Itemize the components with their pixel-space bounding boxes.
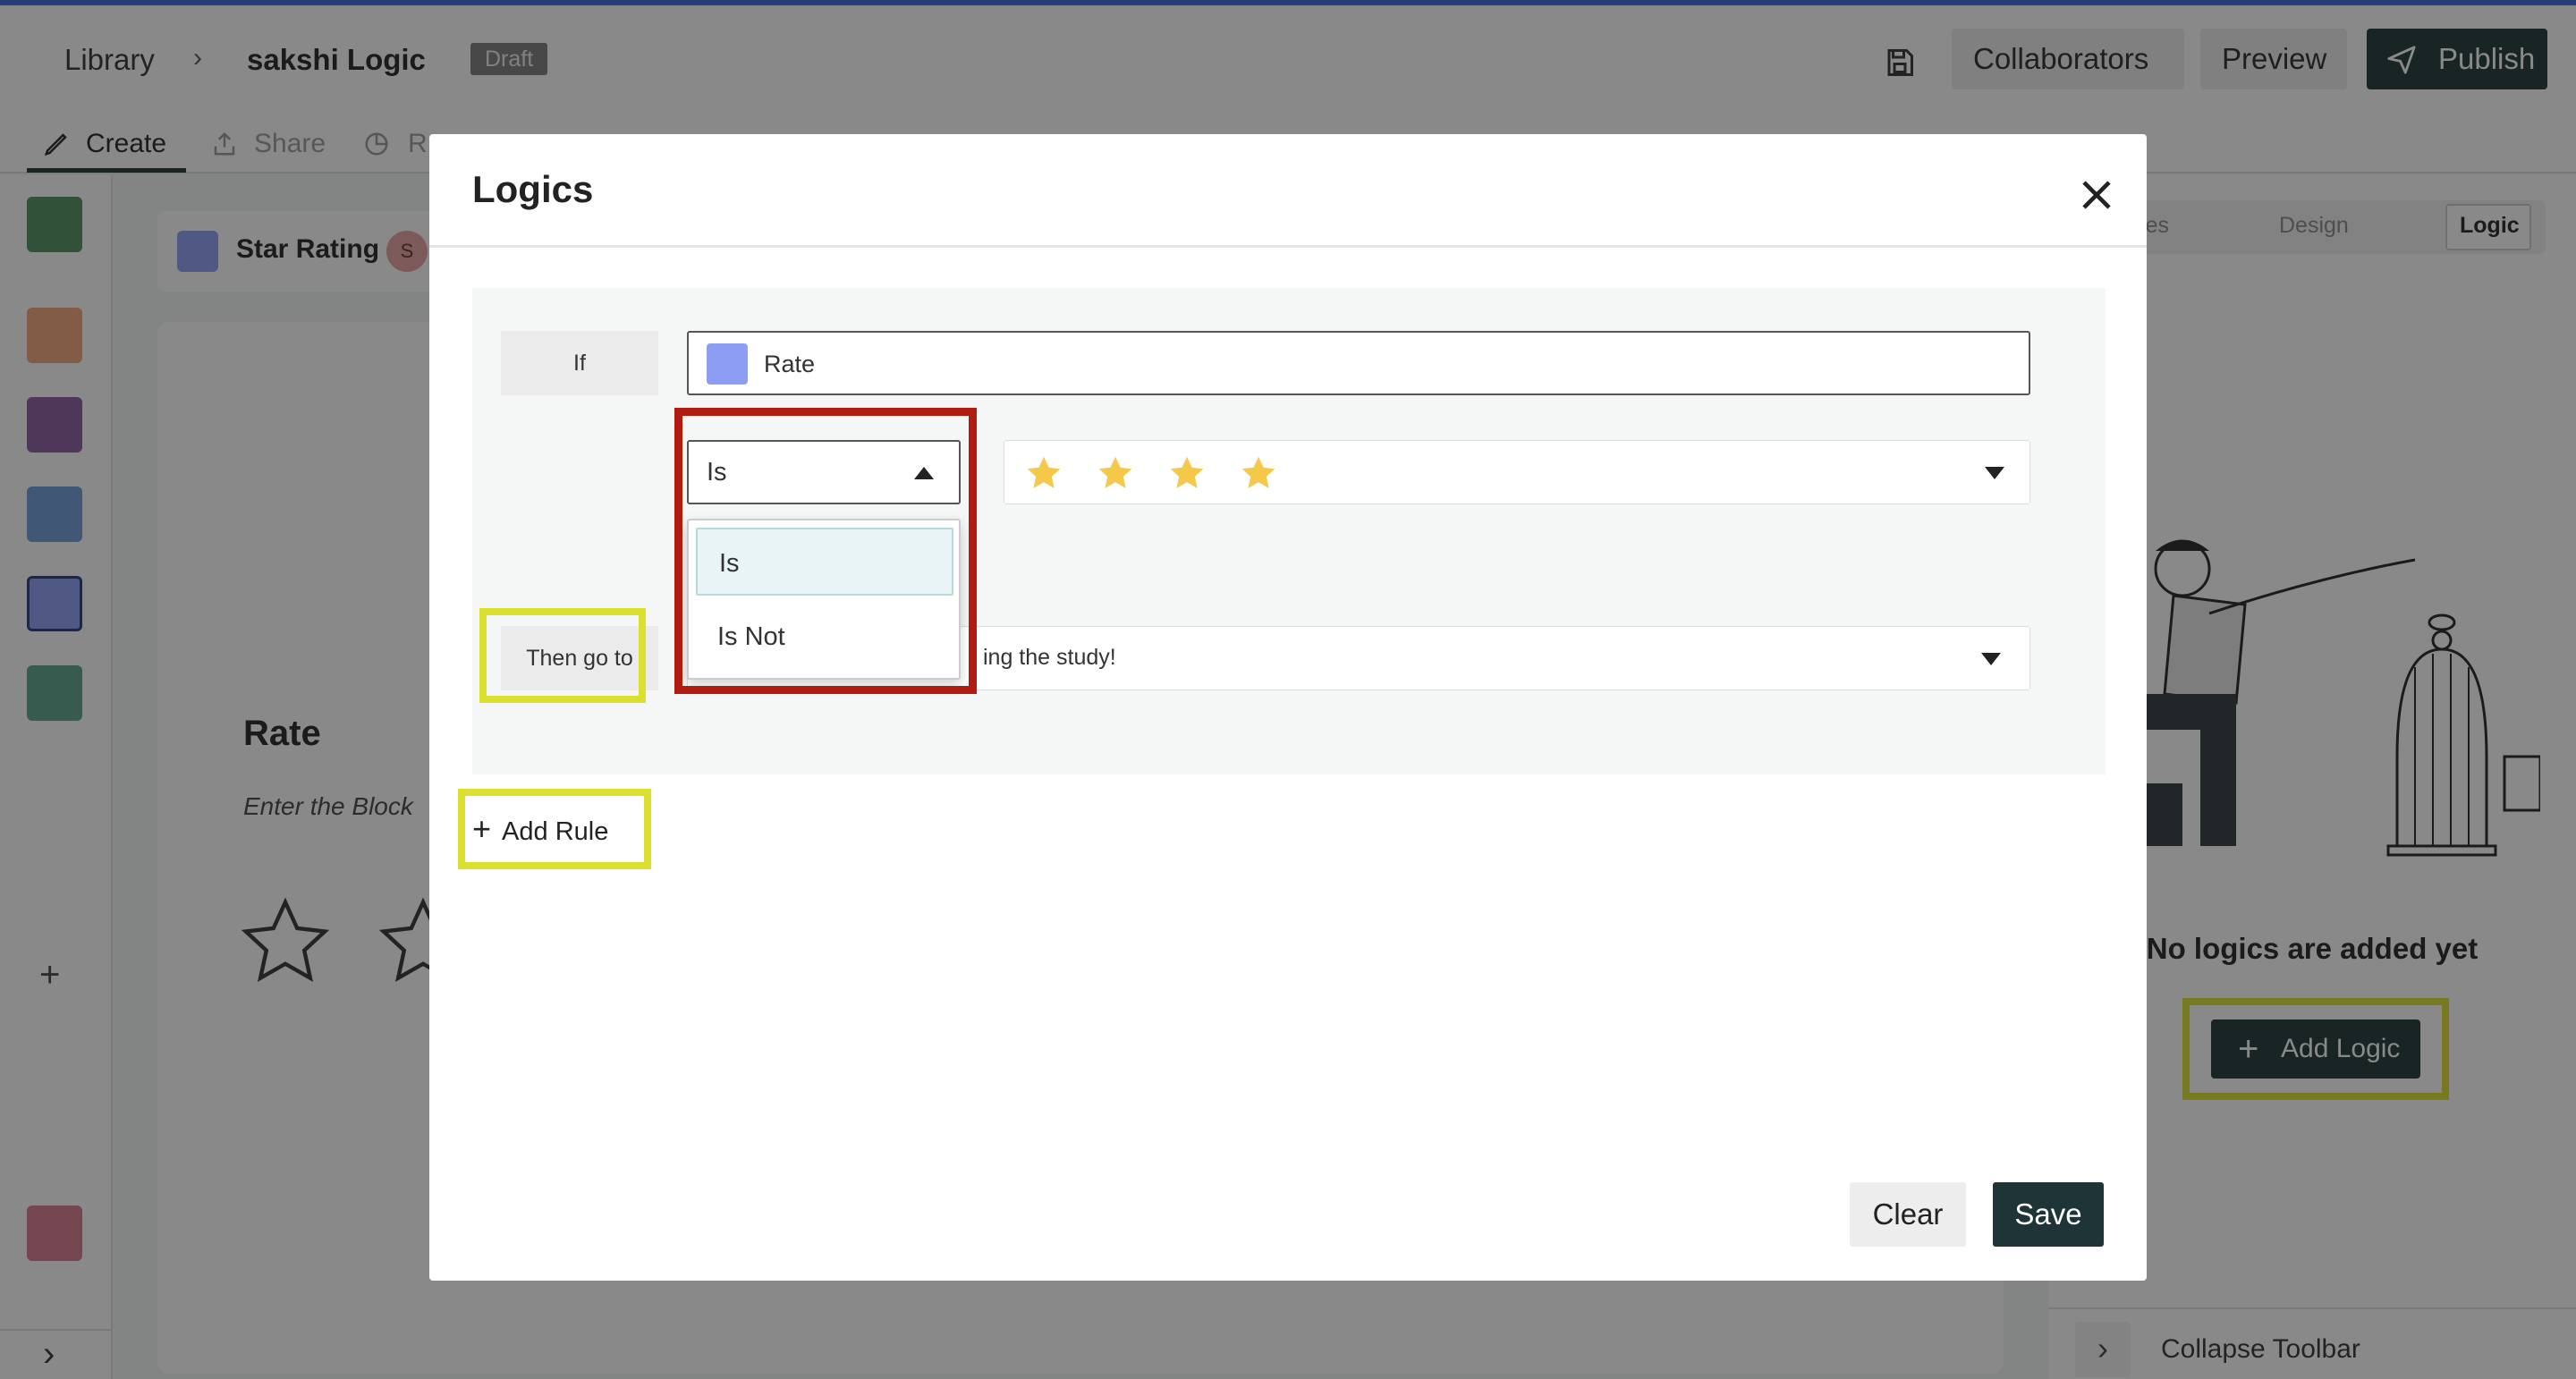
chevron-down-icon <box>1985 467 2004 479</box>
filled-star-icon <box>1098 456 1132 488</box>
star-icon <box>707 343 748 385</box>
rating-value-select[interactable] <box>1004 440 2030 504</box>
highlight-add-rule <box>458 789 651 869</box>
filled-star-icon <box>1170 456 1204 488</box>
highlight-then-go-to <box>479 608 646 703</box>
modal-divider <box>429 245 2147 248</box>
question-select[interactable]: Rate <box>687 331 2030 395</box>
clear-button[interactable]: Clear <box>1850 1182 1966 1247</box>
if-label: If <box>501 331 658 395</box>
question-select-value: Rate <box>764 351 816 377</box>
chevron-down-icon <box>1981 653 2001 665</box>
highlight-operator-dropdown <box>674 408 977 694</box>
destination-select-value: ing the study! <box>983 645 1116 670</box>
logics-modal: Logics If Rate Is Then go to ing the stu… <box>429 134 2147 1281</box>
filled-star-icon <box>1027 456 1061 488</box>
filled-star-icon <box>1241 456 1275 488</box>
modal-title: Logics <box>472 168 594 210</box>
close-icon[interactable] <box>2072 170 2122 220</box>
save-button[interactable]: Save <box>1993 1182 2104 1247</box>
